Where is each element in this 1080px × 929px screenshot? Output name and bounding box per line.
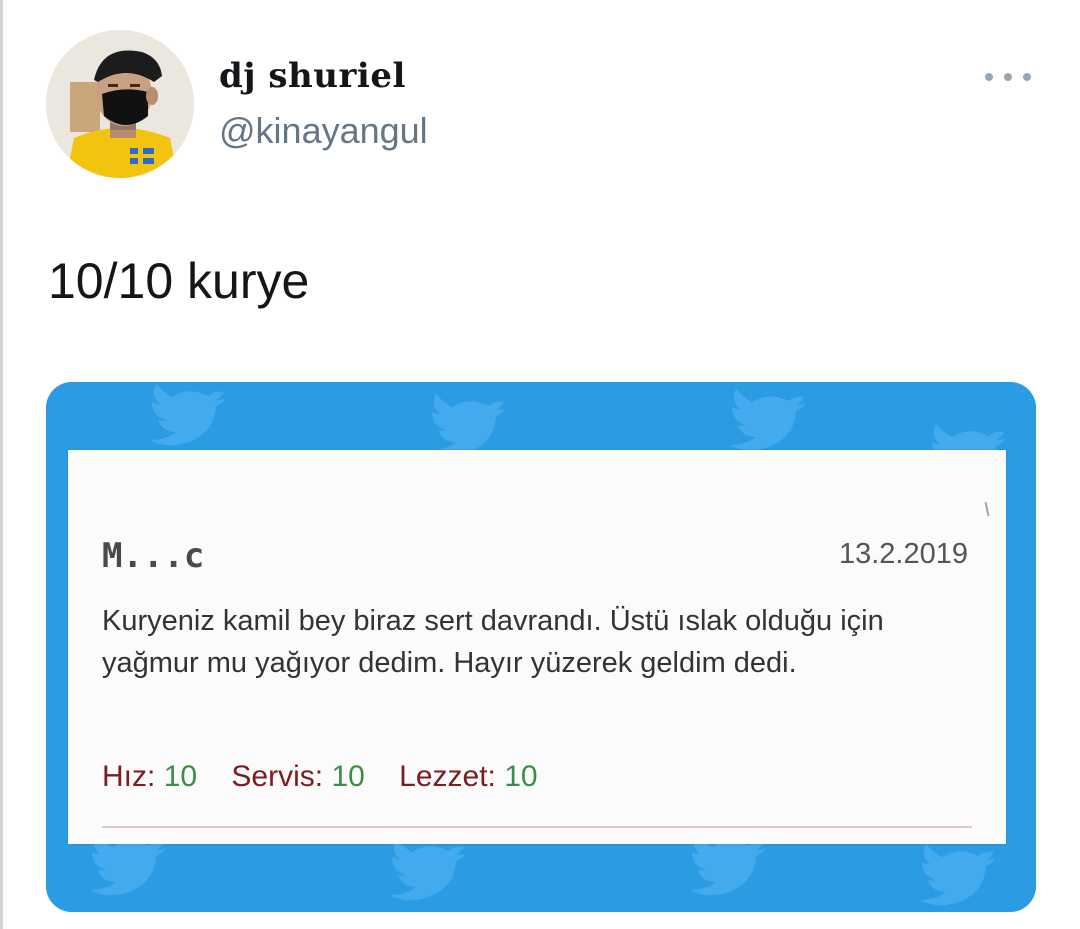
more-dots-icon [1004,73,1012,81]
rating-value-speed: 10 [163,760,198,793]
avatar[interactable] [46,30,194,178]
left-border [0,0,3,929]
review-body: Kuryeniz kamil bey biraz sert davrandı. … [102,605,884,679]
more-dots-icon [1023,73,1031,81]
ratings-row: Hız: 10 Servis: 10 Lezzet: 10 [102,760,538,794]
reviewer-name: M...c [102,536,205,576]
rating-label-service: Servis: [231,760,324,793]
author-handle[interactable]: @kinayangul [219,110,428,152]
review-date: 13.2.2019 [838,538,968,570]
rating-label-taste: Lezzet: [399,760,496,793]
tweet-screenshot: dj ꜱhuriel @kinayangul 10/10 kurye M...c [0,0,1080,929]
avatar-photo-icon [46,30,194,178]
card-tick-mark [984,501,990,517]
author-display-name[interactable]: dj ꜱhuriel [219,56,406,96]
rating-value-taste: 10 [504,760,538,793]
tweet-media-image[interactable]: M...c 13.2.2019 Kuryeniz kamil bey biraz… [46,382,1036,912]
rating-label-speed: Hız: [102,760,156,793]
more-options-button[interactable] [985,64,1031,90]
card-divider [102,826,972,828]
more-dots-icon [985,73,993,81]
review-card: M...c 13.2.2019 Kuryeniz kamil bey biraz… [68,450,1006,844]
tweet-text: 10/10 kurye [48,253,310,309]
rating-value-service: 10 [331,760,365,793]
